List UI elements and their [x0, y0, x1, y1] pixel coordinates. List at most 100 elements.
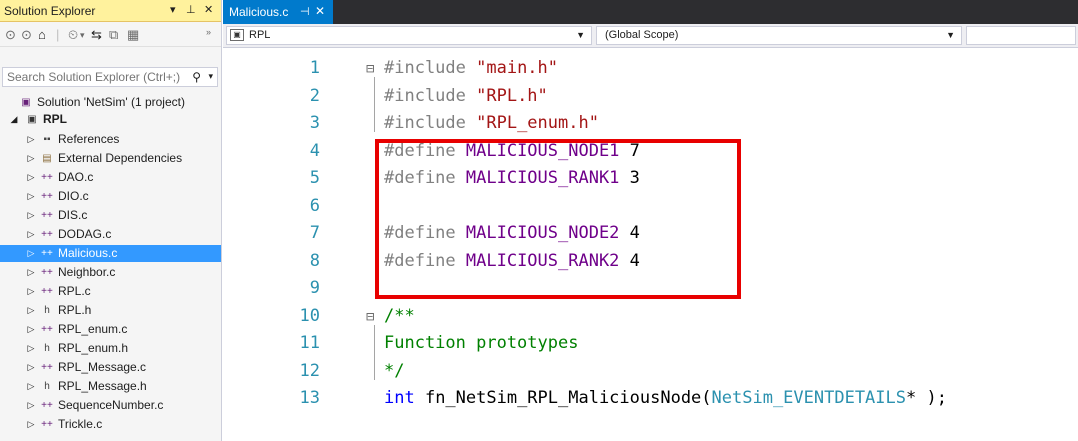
- history-dropdown-icon[interactable]: ▾: [80, 30, 85, 41]
- code-line[interactable]: */: [384, 361, 404, 381]
- c-file-icon: ++: [41, 267, 53, 278]
- solution-explorer-search[interactable]: ⚲ ▾: [2, 67, 218, 87]
- expand-icon[interactable]: ▷: [25, 302, 37, 319]
- expand-icon[interactable]: ▷: [25, 340, 37, 357]
- home-icon[interactable]: ⌂: [38, 27, 46, 42]
- project-node[interactable]: ◢ ▣ RPL: [0, 111, 221, 128]
- line-number: 4: [309, 140, 320, 161]
- tree-item[interactable]: ▷ ++ Trickle.c: [0, 416, 221, 433]
- tree-item[interactable]: ▷ ++ RPL.c: [0, 283, 221, 300]
- chevron-down-icon: ▼: [946, 30, 955, 40]
- tree-item[interactable]: ▷ h RPL.h: [0, 302, 221, 319]
- toolbar-separator: |: [56, 27, 60, 42]
- expand-icon[interactable]: ▷: [25, 207, 37, 224]
- c-file-icon: ++: [41, 400, 53, 411]
- show-all-files-icon[interactable]: ▦: [127, 27, 139, 43]
- search-options-icon[interactable]: ▾: [208, 71, 213, 82]
- expand-icon[interactable]: ▷: [25, 264, 37, 281]
- tree-item[interactable]: ▷ ++ RPL_Message.c: [0, 359, 221, 376]
- chevron-down-icon: ▼: [576, 30, 585, 40]
- c-file-icon: ++: [41, 324, 53, 335]
- collapse-icon[interactable]: ◢: [8, 111, 20, 128]
- collapse-region-icon[interactable]: ⊟: [366, 309, 374, 325]
- tree-item[interactable]: ▷ ++ SequenceNumber.c: [0, 397, 221, 414]
- pending-changes-icon[interactable]: ⧉: [109, 27, 118, 43]
- sync-icon[interactable]: ⇆: [91, 27, 102, 43]
- scope-dropdown[interactable]: (Global Scope) ▼: [596, 26, 962, 45]
- tree-item[interactable]: ▷ ++ DAO.c: [0, 169, 221, 186]
- expand-icon[interactable]: ▷: [25, 359, 37, 376]
- line-number: 9: [309, 278, 320, 298]
- c-file-icon: ++: [41, 248, 53, 259]
- tree-item[interactable]: ▷ ++ Malicious.c: [0, 245, 221, 262]
- tree-item-label: Malicious.c: [58, 246, 118, 260]
- line-number: 13: [299, 388, 320, 408]
- line-number: 2: [309, 85, 320, 106]
- auto-hide-pin-icon[interactable]: ⊥: [186, 3, 196, 16]
- project-icon: ▣: [27, 114, 37, 125]
- solution-icon: ▣: [21, 97, 31, 108]
- tree-item[interactable]: ▷ ++ Neighbor.c: [0, 264, 221, 281]
- back-icon[interactable]: ⊙: [5, 27, 16, 43]
- search-input[interactable]: [3, 68, 183, 86]
- member-dropdown[interactable]: [966, 26, 1076, 45]
- expand-icon[interactable]: ▷: [25, 131, 37, 148]
- expand-icon[interactable]: ▷: [25, 321, 37, 338]
- expand-icon[interactable]: ▷: [25, 416, 37, 433]
- expand-icon[interactable]: ▷: [25, 169, 37, 186]
- code-token: /**: [384, 305, 415, 326]
- tree-item[interactable]: ▷ ++ DODAG.c: [0, 226, 221, 243]
- expand-icon[interactable]: ▷: [25, 397, 37, 414]
- tree-item-label: Neighbor.c: [58, 265, 116, 279]
- line-number: 5: [309, 168, 320, 188]
- tree-item[interactable]: ▷ ++ DIO.c: [0, 188, 221, 205]
- expand-icon[interactable]: ▷: [25, 245, 37, 262]
- pin-tab-icon[interactable]: ⊣: [300, 5, 310, 18]
- expand-icon[interactable]: ▷: [25, 150, 37, 167]
- tree-item[interactable]: ▷ ++ RPL_enum.c: [0, 321, 221, 338]
- code-line[interactable]: /**: [384, 306, 415, 326]
- close-icon[interactable]: ✕: [204, 3, 213, 16]
- tree-item[interactable]: ▷ ▪▪ References: [0, 131, 221, 148]
- editor-tab-bar: [223, 0, 1078, 24]
- outline-guide: [374, 325, 375, 380]
- search-icon[interactable]: ⚲: [192, 70, 201, 84]
- solution-node[interactable]: ▣ Solution 'NetSim' (1 project): [0, 94, 221, 111]
- line-number: 6: [309, 195, 320, 216]
- expand-icon[interactable]: ▷: [25, 226, 37, 243]
- tree-item[interactable]: ▷ ++ DIS.c: [0, 207, 221, 224]
- editor-navigation-bar: ▣ RPL ▼ (Global Scope) ▼: [223, 24, 1078, 48]
- tree-item-label: External Dependencies: [58, 151, 183, 165]
- history-icon[interactable]: ⏲: [68, 27, 78, 43]
- tree-item-label: References: [58, 132, 120, 146]
- tree-item[interactable]: ▷ h RPL_enum.h: [0, 340, 221, 357]
- code-line[interactable]: #include "RPL.h": [384, 86, 548, 106]
- code-token: "RPL.h": [476, 85, 548, 106]
- forward-icon[interactable]: ⊙: [21, 27, 32, 43]
- expand-icon[interactable]: ▷: [25, 188, 37, 205]
- c-file-icon: ++: [41, 191, 53, 202]
- external-dependencies-icon: ▤: [42, 153, 52, 164]
- code-line[interactable]: #include "RPL_enum.h": [384, 113, 599, 133]
- close-tab-icon[interactable]: ✕: [315, 4, 325, 18]
- tab-malicious-c[interactable]: Malicious.c ⊣ ✕: [223, 0, 333, 24]
- window-position-icon[interactable]: ▾: [170, 3, 176, 16]
- line-number: 3: [309, 113, 320, 133]
- c-file-icon: ++: [41, 286, 53, 297]
- code-line[interactable]: int fn_NetSim_RPL_MaliciousNode(NetSim_E…: [384, 388, 947, 408]
- code-token: * );: [906, 388, 947, 408]
- expand-icon[interactable]: ▷: [25, 283, 37, 300]
- project-dropdown[interactable]: ▣ RPL ▼: [226, 26, 592, 45]
- project-icon: ▣: [230, 29, 244, 41]
- code-line[interactable]: #include "main.h": [384, 58, 558, 78]
- tree-item-label: RPL_Message.c: [58, 360, 147, 374]
- code-line[interactable]: Function prototypes: [384, 333, 578, 353]
- tree-item[interactable]: ▷ ▤ External Dependencies: [0, 150, 221, 167]
- tree-item[interactable]: ▷ h RPL_Message.h: [0, 378, 221, 395]
- expand-icon[interactable]: ▷: [25, 378, 37, 395]
- solution-label: Solution 'NetSim' (1 project): [37, 95, 185, 109]
- c-file-icon: ++: [41, 229, 53, 240]
- collapse-region-icon[interactable]: ⊟: [366, 61, 374, 77]
- line-number: 1: [309, 58, 320, 78]
- toolbar-overflow-icon[interactable]: »: [206, 27, 211, 37]
